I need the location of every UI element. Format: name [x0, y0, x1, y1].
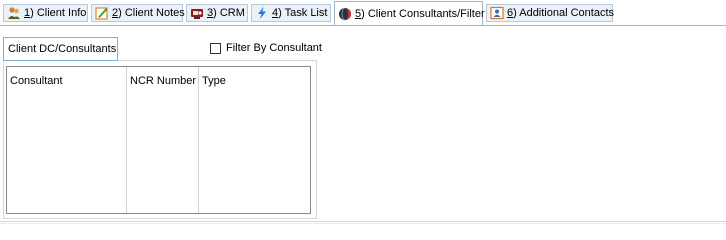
tab-client-notes-label: ) Client Notes: [118, 7, 185, 19]
filter-by-consultant[interactable]: Filter By Consultant: [210, 41, 322, 55]
tab-crm-label: ) CRM: [213, 7, 245, 19]
tab-crm[interactable]: 3) CRM: [186, 4, 248, 22]
crm-contacts-icon: [190, 6, 204, 20]
filter-checkbox[interactable]: [210, 42, 221, 54]
tab-additional-contacts-label: ) Additional Contacts: [513, 7, 615, 19]
contact-card-icon: [490, 6, 504, 20]
filter-label: Filter By Consultant: [226, 42, 322, 54]
column-type[interactable]: Type: [199, 67, 310, 213]
filter-globe-icon: [338, 7, 352, 21]
column-ncr-number[interactable]: NCR Number: [127, 67, 199, 213]
tab-additional-contacts[interactable]: 6) Additional Contacts: [486, 4, 615, 22]
tab-client-dc-consultants[interactable]: Client DC/Consultants: [3, 37, 118, 61]
tab-client-notes[interactable]: 2) Client Notes: [91, 4, 185, 22]
column-consultant[interactable]: Consultant: [7, 67, 127, 213]
column-header-type: Type: [202, 75, 226, 87]
consultants-grid[interactable]: Consultant NCR Number Type: [6, 66, 311, 214]
column-header-consultant: Consultant: [10, 75, 63, 87]
tab-client-info-label: ) Client Info: [30, 7, 87, 19]
subtab-label: Client DC/Consultants: [8, 43, 117, 55]
column-header-ncr-number: NCR Number: [130, 75, 197, 87]
lightning-icon: [255, 6, 269, 20]
tab-client-consultants-filter-label: ) Client Consultants/Filter: [361, 7, 485, 20]
tab-client-info[interactable]: 1) Client Info: [3, 4, 88, 22]
notepad-icon: [95, 6, 109, 20]
tab-task-list-label: ) Task List: [278, 7, 328, 19]
people-icon: [7, 6, 21, 20]
bottom-divider: [0, 221, 726, 222]
tab-client-consultants-filter[interactable]: 5) Client Consultants/Filter: [334, 1, 485, 25]
bottom-divider-shadow: [0, 223, 726, 224]
tab-bar: 1) Client Info 2) Client Notes 3) CRM 4)…: [0, 0, 726, 27]
tab-task-list[interactable]: 4) Task List: [251, 4, 331, 22]
